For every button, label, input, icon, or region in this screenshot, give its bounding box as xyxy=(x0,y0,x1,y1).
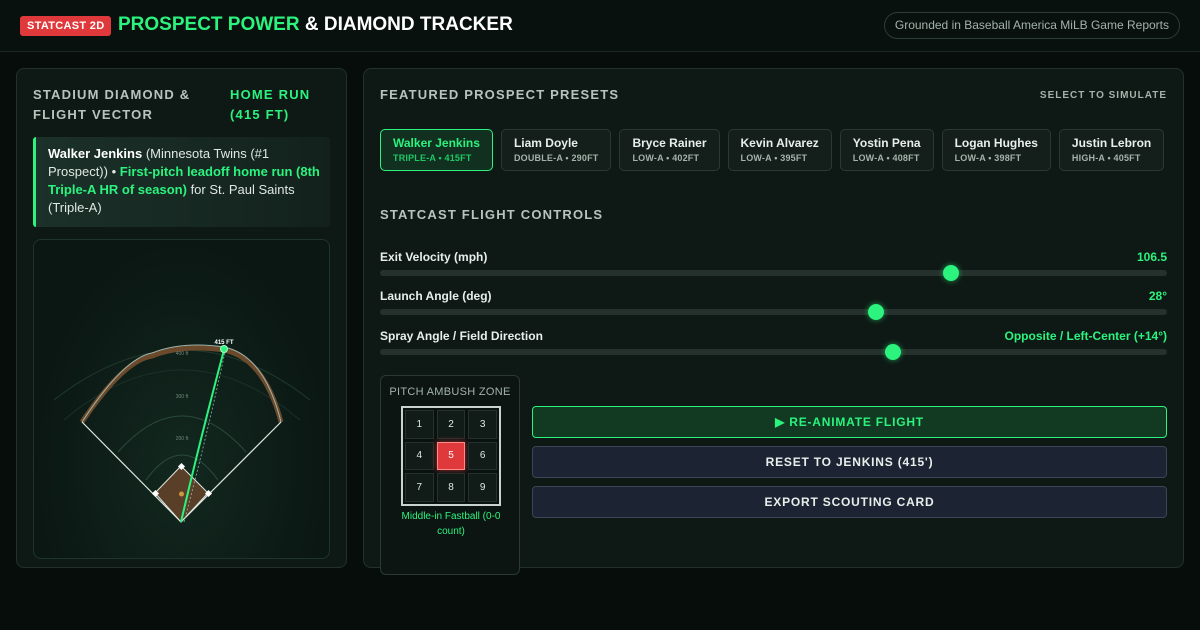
pitch-zone-caption: Middle-in Fastball (0-0 count) xyxy=(401,511,501,537)
exit-velocity-handle[interactable] xyxy=(942,265,959,281)
slider-value: Opposite / Left-Center (+14°) xyxy=(1004,329,1168,343)
select-hint: SELECT TO SIMULATE xyxy=(1039,90,1167,101)
zone-cell[interactable]: 4 xyxy=(405,441,434,471)
preset-meta: LOW-A • 408FT xyxy=(852,153,920,163)
game-report-callout: Walker Jenkins (Minnesota Twins (#1 Pros… xyxy=(33,137,330,227)
preset-name: Logan Hughes xyxy=(954,136,1038,150)
pitchers-mound xyxy=(179,491,184,497)
preset-yostin-pena[interactable]: Yostin Pena LOW-A • 408FT xyxy=(839,129,934,171)
preset-walker-jenkins[interactable]: Walker Jenkins TRIPLE-A • 415FT xyxy=(380,129,493,171)
preset-name: Walker Jenkins xyxy=(393,136,480,150)
play-icon: ▶ xyxy=(775,415,790,429)
controls-panel: FEATURED PROSPECT PRESETS SELECT TO SIMU… xyxy=(363,68,1184,575)
preset-chips: Walker Jenkins TRIPLE-A • 415FT Liam Doy… xyxy=(380,129,1165,171)
preset-meta: LOW-A • 395FT xyxy=(740,153,808,163)
slider-value: 28° xyxy=(1148,289,1167,303)
app-title: PROSPECT POWER & DIAMOND TRACKER xyxy=(118,14,513,36)
preset-name: Justin Lebron xyxy=(1071,136,1152,150)
preset-meta: TRIPLE-A • 415FT xyxy=(393,153,472,163)
stadium-diamond-svg: 400 ft 300 ft 200 ft 415 FT xyxy=(53,340,311,523)
callout-player: Walker Jenkins xyxy=(48,146,143,161)
strike-zone-grid: 1 2 3 4 5 6 7 8 9 xyxy=(401,406,501,506)
presets-title: FEATURED PROSPECT PRESETS xyxy=(380,87,620,102)
app-title-highlight: PROSPECT POWER xyxy=(118,14,300,35)
preset-name: Liam Doyle xyxy=(513,136,578,150)
zone-cell[interactable]: 9 xyxy=(468,473,497,502)
pitch-zone-card: PITCH AMBUSH ZONE 1 2 3 4 5 6 7 8 9 Midd… xyxy=(380,375,520,575)
arc-label-200: 200 ft xyxy=(176,436,189,442)
preset-liam-doyle[interactable]: Liam Doyle DOUBLE-A • 290FT xyxy=(500,129,612,171)
zone-cell[interactable]: 8 xyxy=(436,473,466,502)
pitch-zone-title: PITCH AMBUSH ZONE xyxy=(389,386,511,398)
source-note: Grounded in Baseball America MiLB Game R… xyxy=(883,12,1180,39)
zone-cell[interactable]: 2 xyxy=(436,410,466,439)
export-scouting-card-button[interactable]: EXPORT SCOUTING CARD xyxy=(532,486,1167,518)
slider-label: Spray Angle / Field Direction xyxy=(380,329,543,343)
stadium-field-view: 400 ft 300 ft 200 ft 415 FT xyxy=(33,239,330,559)
distance-arc-300 xyxy=(117,415,247,453)
reanimate-flight-button[interactable]: ▶ RE-ANIMATE FLIGHT xyxy=(532,406,1167,438)
preset-meta: LOW-A • 402FT xyxy=(632,153,700,163)
slider-label: Launch Angle (deg) xyxy=(380,289,492,303)
preset-name: Bryce Rainer xyxy=(632,136,707,150)
statcast-badge: STATCAST 2D xyxy=(20,16,112,36)
controls-title: STATCAST FLIGHT CONTROLS xyxy=(380,207,604,222)
left-foul-line xyxy=(81,421,182,523)
hit-result: HOME RUN (415 FT) xyxy=(230,87,311,122)
slider-label: Exit Velocity (mph) xyxy=(380,250,488,264)
exit-velocity-slider[interactable] xyxy=(380,265,1167,281)
preset-meta: DOUBLE-A • 290FT xyxy=(513,153,599,163)
slider-value: 106.5 xyxy=(1136,250,1167,264)
preset-name: Yostin Pena xyxy=(852,136,921,150)
callout-separator: • xyxy=(111,164,117,179)
launch-angle-handle[interactable] xyxy=(867,304,884,320)
preset-justin-lebron[interactable]: Justin Lebron HIGH-A • 405FT xyxy=(1058,129,1165,171)
preset-meta: HIGH-A • 405FT xyxy=(1071,153,1141,163)
spray-angle-slider[interactable] xyxy=(380,344,1167,360)
reanimate-label: RE-ANIMATE FLIGHT xyxy=(789,415,924,429)
zone-cell[interactable]: 5 xyxy=(436,441,466,471)
preset-kevin-alvarez[interactable]: Kevin Alvarez LOW-A • 395FT xyxy=(727,129,832,171)
app-title-rest: & DIAMOND TRACKER xyxy=(304,14,513,35)
zone-cell[interactable]: 7 xyxy=(405,473,434,502)
warning-track xyxy=(79,345,284,424)
diamond-panel-title: STADIUM DIAMOND & FLIGHT VECTOR xyxy=(33,87,191,122)
top-bar: STATCAST 2D PROSPECT POWER & DIAMOND TRA… xyxy=(0,0,1200,52)
preset-bryce-rainer[interactable]: Bryce Rainer LOW-A • 402FT xyxy=(619,129,720,171)
distance-label: 415 FT xyxy=(214,340,233,346)
diamond-panel: STADIUM DIAMOND & FLIGHT VECTOR HOME RUN… xyxy=(16,68,347,568)
reset-button[interactable]: RESET TO JENKINS (415') xyxy=(532,446,1167,478)
arc-label-400: 400 ft xyxy=(176,351,189,357)
zone-cell[interactable]: 3 xyxy=(468,410,497,439)
zone-cell[interactable]: 1 xyxy=(405,410,434,439)
zone-cell[interactable]: 6 xyxy=(468,441,497,471)
preset-meta: LOW-A • 398FT xyxy=(954,153,1022,163)
preset-logan-hughes[interactable]: Logan Hughes LOW-A • 398FT xyxy=(941,129,1051,171)
landing-point xyxy=(220,345,228,353)
spray-angle-handle[interactable] xyxy=(885,344,902,360)
arc-label-300: 300 ft xyxy=(176,394,189,400)
preset-name: Kevin Alvarez xyxy=(740,136,819,150)
launch-angle-slider[interactable] xyxy=(380,304,1167,320)
